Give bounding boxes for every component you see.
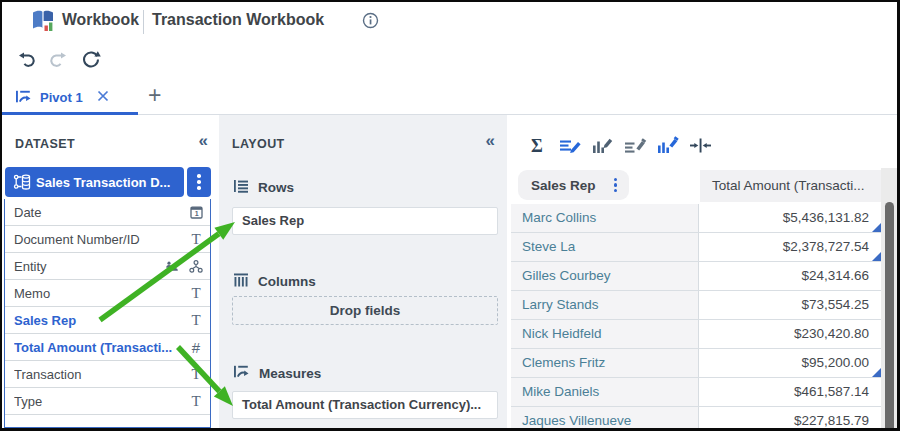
dataset-source-button[interactable]: Sales Transaction D... <box>5 167 184 197</box>
tab-close-icon[interactable] <box>96 89 110 106</box>
table-row: Clemens Fritz$95,200.00 <box>511 349 882 378</box>
vertical-scrollbar[interactable] <box>881 168 897 428</box>
row-value-cell[interactable]: $2,378,727.54 <box>698 233 882 261</box>
row-value-cell[interactable]: $461,587.14 <box>698 378 882 406</box>
svg-text:1: 1 <box>194 210 198 217</box>
row-header-label: Sales Rep <box>531 178 612 193</box>
row-header-pill[interactable]: Sales Rep <box>518 170 629 200</box>
row-name-cell[interactable]: Nick Heidfeld <box>511 320 698 348</box>
edit-chart-icon[interactable] <box>590 132 616 158</box>
rows-field-sales-rep[interactable]: Sales Rep <box>232 207 498 235</box>
measures-section-label: Measures <box>233 363 321 383</box>
row-name-cell[interactable]: Steve La <box>511 233 698 261</box>
hash-icon: # <box>189 339 203 355</box>
text-icon: T <box>189 366 203 382</box>
dataset-panel: DATASET « Sales Transaction D... Date1Do… <box>2 115 216 428</box>
row-name-cell[interactable]: Jaques Villenueve <box>511 407 698 428</box>
add-tab-button[interactable]: + <box>148 82 161 109</box>
dataset-field-document-number-id[interactable]: Document Number/IDT <box>5 226 210 253</box>
sigma-icon[interactable]: Σ <box>525 132 551 158</box>
value-column-header[interactable]: Total Amount (Transacti... <box>700 170 884 202</box>
calendar-icon: 1 <box>189 204 203 220</box>
undo-button[interactable] <box>16 49 38 71</box>
row-name-cell[interactable]: Larry Stands <box>511 291 698 319</box>
edit-toolbar <box>2 42 897 78</box>
collapse-columns-icon[interactable] <box>687 132 713 158</box>
app-window: Workbook Transaction Workbook <box>0 0 900 431</box>
row-name-cell[interactable]: Marc Collins <box>511 204 698 232</box>
dataset-field-entity[interactable]: Entity <box>5 253 210 280</box>
row-name-cell[interactable]: Gilles Courbey <box>511 262 698 290</box>
row-value-cell[interactable]: $95,200.00 <box>698 349 882 377</box>
app-title: Workbook <box>62 11 139 29</box>
dataset-field-total-amount-transacti[interactable]: Total Amount (Transacti...# <box>5 334 210 361</box>
people-icon <box>165 258 179 274</box>
row-value-cell[interactable]: $5,436,131.82 <box>698 204 882 232</box>
titlebar: Workbook Transaction Workbook <box>2 2 897 42</box>
tab-pivot-1[interactable]: Pivot 1 <box>2 78 138 115</box>
table-row: Steve La$2,378,727.54 <box>511 233 882 262</box>
text-icon: T <box>189 231 203 247</box>
pin-chart-icon[interactable] <box>655 132 681 158</box>
pin-rows-icon[interactable] <box>622 132 648 158</box>
tabbar: Pivot 1 + <box>2 78 897 115</box>
columns-dropzone[interactable]: Drop fields <box>232 296 498 325</box>
text-icon: T <box>189 393 203 409</box>
layout-panel-title: LAYOUT <box>232 137 285 151</box>
rows-section-label: Rows <box>233 178 294 197</box>
text-icon: T <box>189 312 203 328</box>
hierarchy-icon <box>189 258 203 274</box>
table-row: Jaques Villenueve$227,815.79 <box>511 407 882 428</box>
table-row: Marc Collins$5,436,131.82 <box>511 204 882 233</box>
dataset-field-sales-rep[interactable]: Sales RepT <box>5 307 210 334</box>
refresh-button[interactable] <box>80 49 102 71</box>
row-name-cell[interactable]: Mike Daniels <box>511 378 698 406</box>
row-header-kebab-icon[interactable] <box>612 176 619 195</box>
tab-label: Pivot 1 <box>40 90 83 105</box>
layout-collapse-icon[interactable]: « <box>486 131 495 151</box>
main-area: DATASET « Sales Transaction D... Date1Do… <box>2 115 897 428</box>
row-value-cell[interactable]: $227,815.79 <box>698 407 882 428</box>
dataset-menu-kebab-icon[interactable] <box>187 167 211 197</box>
columns-icon <box>233 272 249 291</box>
measures-icon <box>233 363 250 383</box>
row-value-cell[interactable]: $73,554.25 <box>698 291 882 319</box>
dataset-field-date[interactable]: Date1 <box>5 199 210 226</box>
scrollbar-thumb[interactable] <box>885 202 894 431</box>
rows-icon <box>233 178 249 197</box>
redo-button[interactable] <box>47 49 69 71</box>
dataset-field-type[interactable]: TypeT <box>5 388 210 415</box>
table-row: Larry Stands$73,554.25 <box>511 291 882 320</box>
pivot-table-panel: Σ <box>509 115 897 428</box>
table-row: Nick Heidfeld$230,420.80 <box>511 320 882 349</box>
dataset-collapse-icon[interactable]: « <box>199 131 208 151</box>
row-value-cell[interactable]: $230,420.80 <box>698 320 882 348</box>
title-divider <box>143 10 144 34</box>
svg-text:Σ: Σ <box>531 136 543 156</box>
dataset-panel-title: DATASET <box>15 137 75 151</box>
layout-panel: LAYOUT « Rows Sales Rep <box>219 115 507 428</box>
columns-section-label: Columns <box>233 272 316 291</box>
table-row: Mike Daniels$461,587.14 <box>511 378 882 407</box>
row-value-cell[interactable]: $24,314.66 <box>698 262 882 290</box>
table-row: Gilles Courbey$24,314.66 <box>511 262 882 291</box>
workbook-logo-icon <box>29 7 57 39</box>
pivot-grid-body: Marc Collins$5,436,131.82Steve La$2,378,… <box>511 204 882 428</box>
edit-rows-icon[interactable] <box>557 132 583 158</box>
row-name-cell[interactable]: Clemens Fritz <box>511 349 698 377</box>
dataset-field-list: Date1Document Number/IDTEntityMemoTSales… <box>4 199 211 428</box>
text-icon: T <box>189 285 203 301</box>
dataset-field-memo[interactable]: MemoT <box>5 280 210 307</box>
measures-field-total-amount[interactable]: Total Amount (Transaction Currency)... <box>232 391 498 419</box>
dataset-field-transaction[interactable]: TransactionT <box>5 361 210 388</box>
info-icon[interactable] <box>362 12 379 33</box>
pivot-icon <box>15 88 32 109</box>
page-title: Transaction Workbook <box>152 11 324 29</box>
